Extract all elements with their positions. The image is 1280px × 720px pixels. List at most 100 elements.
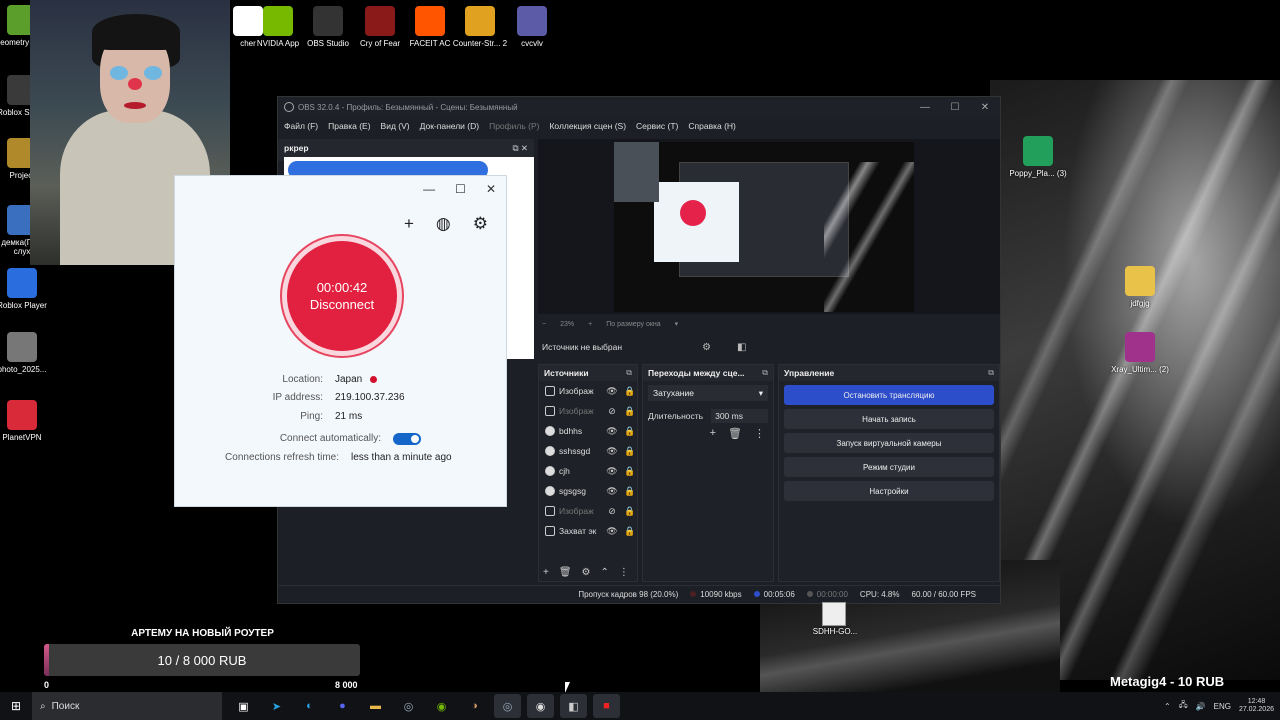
top-shortcut-2[interactable]: OBS Studio bbox=[298, 6, 358, 48]
maximize-icon[interactable]: ☐ bbox=[455, 182, 466, 196]
eye-icon[interactable]: 👁 bbox=[605, 486, 619, 497]
filters-icon[interactable]: ◧ bbox=[737, 342, 746, 353]
zoom-in-icon[interactable]: + bbox=[588, 321, 592, 328]
telegram-icon[interactable]: ➤ bbox=[263, 694, 290, 718]
maximize-icon[interactable]: ☐ bbox=[940, 102, 970, 113]
control-button-3[interactable]: Режим студии bbox=[784, 457, 994, 477]
red-app-icon[interactable]: ■ bbox=[593, 694, 620, 718]
left-shortcut-6[interactable]: PlanetVPN bbox=[0, 400, 52, 442]
close-icon[interactable]: ✕ bbox=[486, 182, 496, 196]
source-row[interactable]: cjh 👁 🔒 bbox=[539, 461, 637, 481]
undock-icon[interactable]: ⧉ bbox=[762, 368, 768, 378]
source-row[interactable]: sshssgd 👁 🔒 bbox=[539, 441, 637, 461]
menu-scene-collection[interactable]: Коллекция сцен (S) bbox=[549, 121, 626, 131]
close-icon[interactable]: ✕ bbox=[970, 102, 1000, 113]
text-file-icon[interactable] bbox=[822, 602, 846, 626]
dock-close-icon[interactable]: ⧉ ✕ bbox=[512, 143, 528, 157]
eye-icon[interactable]: 👁 bbox=[605, 466, 619, 477]
obs-taskbar-icon[interactable]: ◉ bbox=[527, 694, 554, 718]
file-explorer-icon[interactable]: ▬ bbox=[362, 694, 389, 718]
auto-connect-toggle[interactable] bbox=[393, 432, 421, 445]
lock-icon[interactable]: 🔒 bbox=[623, 446, 637, 457]
right-shortcut-1[interactable]: jdfgjg bbox=[1110, 266, 1170, 308]
menu-file[interactable]: Файл (F) bbox=[284, 121, 318, 131]
source-row[interactable]: Захват эк 👁 🔒 bbox=[539, 521, 637, 541]
top-shortcut-6[interactable]: cvcvlv bbox=[502, 6, 562, 48]
vpn-taskbar-icon[interactable]: ◧ bbox=[560, 694, 587, 718]
network-icon[interactable]: 🖧 bbox=[1179, 699, 1188, 713]
minimize-icon[interactable]: — bbox=[910, 102, 940, 113]
top-shortcut-5[interactable]: Counter-Str... 2 bbox=[450, 6, 510, 48]
taskbar-search[interactable]: ⌕ Поиск bbox=[32, 692, 222, 720]
menu-edit[interactable]: Правка (E) bbox=[328, 121, 370, 131]
zoom-mode[interactable]: По размеру окна bbox=[606, 321, 660, 328]
eye-icon[interactable]: 👁 bbox=[605, 446, 619, 457]
eye-icon[interactable]: 👁 bbox=[605, 426, 619, 437]
left-shortcut-4[interactable]: Roblox Player bbox=[0, 268, 52, 310]
app-icon[interactable]: ◑ bbox=[461, 694, 488, 718]
source-row[interactable]: Изображ ⊘ 🔒 bbox=[539, 401, 637, 421]
clock-date: 27.02.2026 bbox=[1238, 706, 1274, 713]
steam-icon[interactable]: ◎ bbox=[395, 694, 422, 718]
bitrate: 10090 kbps bbox=[700, 590, 742, 599]
eye-icon[interactable]: 👁 bbox=[605, 386, 619, 397]
chevron-up-icon[interactable]: ⌃ bbox=[601, 567, 609, 578]
windows-start-icon[interactable]: ⊞ bbox=[0, 699, 32, 713]
lock-icon[interactable]: 🔒 bbox=[623, 426, 637, 437]
trash-icon[interactable]: 🗑 bbox=[728, 427, 742, 440]
lock-icon[interactable]: 🔒 bbox=[623, 406, 637, 417]
chevron-down-icon[interactable]: ▾ bbox=[675, 320, 679, 328]
menu-docks[interactable]: Док-панели (D) bbox=[420, 121, 479, 131]
undock-icon[interactable]: ⧉ bbox=[626, 368, 632, 378]
menu-view[interactable]: Вид (V) bbox=[381, 121, 410, 131]
control-button-4[interactable]: Настройки bbox=[784, 481, 994, 501]
gear-icon[interactable]: ⚙ bbox=[582, 567, 591, 578]
more-icon[interactable]: ⋮ bbox=[754, 427, 765, 440]
add-icon[interactable]: + bbox=[710, 427, 716, 440]
source-row[interactable]: Изображ ⊘ 🔒 bbox=[539, 501, 637, 521]
lock-icon[interactable]: 🔒 bbox=[623, 386, 637, 397]
lock-icon[interactable]: 🔒 bbox=[623, 506, 637, 517]
globe-icon[interactable]: ◍ bbox=[436, 214, 451, 234]
source-row[interactable]: sgsgsg 👁 🔒 bbox=[539, 481, 637, 501]
volume-icon[interactable]: 🔊 bbox=[1196, 702, 1206, 711]
zoom-out-icon[interactable]: − bbox=[542, 321, 546, 328]
source-row[interactable]: bdhhs 👁 🔒 bbox=[539, 421, 637, 441]
eye-off-icon[interactable]: ⊘ bbox=[605, 406, 619, 417]
control-button-2[interactable]: Запуск виртуальной камеры bbox=[784, 433, 994, 453]
eye-icon[interactable]: 👁 bbox=[605, 526, 619, 537]
menu-tools[interactable]: Сервис (T) bbox=[636, 121, 678, 131]
gear-icon[interactable]: ⚙ bbox=[473, 214, 488, 234]
chevron-up-icon[interactable]: ⌃ bbox=[1164, 702, 1171, 711]
lock-icon[interactable]: 🔒 bbox=[623, 466, 637, 477]
menu-profile[interactable]: Профиль (P) bbox=[489, 121, 539, 131]
control-button-0[interactable]: Остановить трансляцию bbox=[784, 385, 994, 405]
disconnect-button[interactable]: 00:00:42 Disconnect bbox=[282, 236, 402, 356]
obs-preview[interactable] bbox=[538, 139, 1000, 314]
edge-icon[interactable]: ◐ bbox=[296, 694, 323, 718]
eye-off-icon[interactable]: ⊘ bbox=[605, 506, 619, 517]
left-shortcut-5[interactable]: photo_2025... bbox=[0, 332, 52, 374]
menu-help[interactable]: Справка (H) bbox=[688, 121, 736, 131]
gear-icon[interactable]: ⚙ bbox=[702, 342, 711, 353]
steam-running-icon[interactable]: ◎ bbox=[494, 694, 521, 718]
discord-icon[interactable]: ● bbox=[329, 694, 356, 718]
source-row[interactable]: Изображ 👁 🔒 bbox=[539, 381, 637, 401]
more-icon[interactable]: ⋮ bbox=[619, 567, 629, 578]
transition-select[interactable]: Затухание ▾ bbox=[648, 385, 768, 401]
lock-icon[interactable]: 🔒 bbox=[623, 486, 637, 497]
right-shortcut-0[interactable]: Poppy_Pla... (3) bbox=[1008, 136, 1068, 178]
clock[interactable]: 12:48 27.02.2026 bbox=[1239, 698, 1274, 715]
minimize-icon[interactable]: — bbox=[423, 182, 435, 196]
add-icon[interactable]: + bbox=[404, 214, 414, 234]
duration-input[interactable]: 300 ms bbox=[711, 409, 768, 423]
lang-indicator[interactable]: ENG bbox=[1214, 702, 1231, 711]
nvidia-icon[interactable]: ◉ bbox=[428, 694, 455, 718]
undock-icon[interactable]: ⧉ bbox=[988, 368, 994, 378]
add-icon[interactable]: + bbox=[543, 567, 549, 578]
right-shortcut-2[interactable]: Xray_Ultim... (2) bbox=[1110, 332, 1170, 374]
lock-icon[interactable]: 🔒 bbox=[623, 526, 637, 537]
task-view-icon[interactable]: ▣ bbox=[230, 694, 257, 718]
trash-icon[interactable]: 🗑 bbox=[559, 567, 572, 578]
control-button-1[interactable]: Начать запись bbox=[784, 409, 994, 429]
